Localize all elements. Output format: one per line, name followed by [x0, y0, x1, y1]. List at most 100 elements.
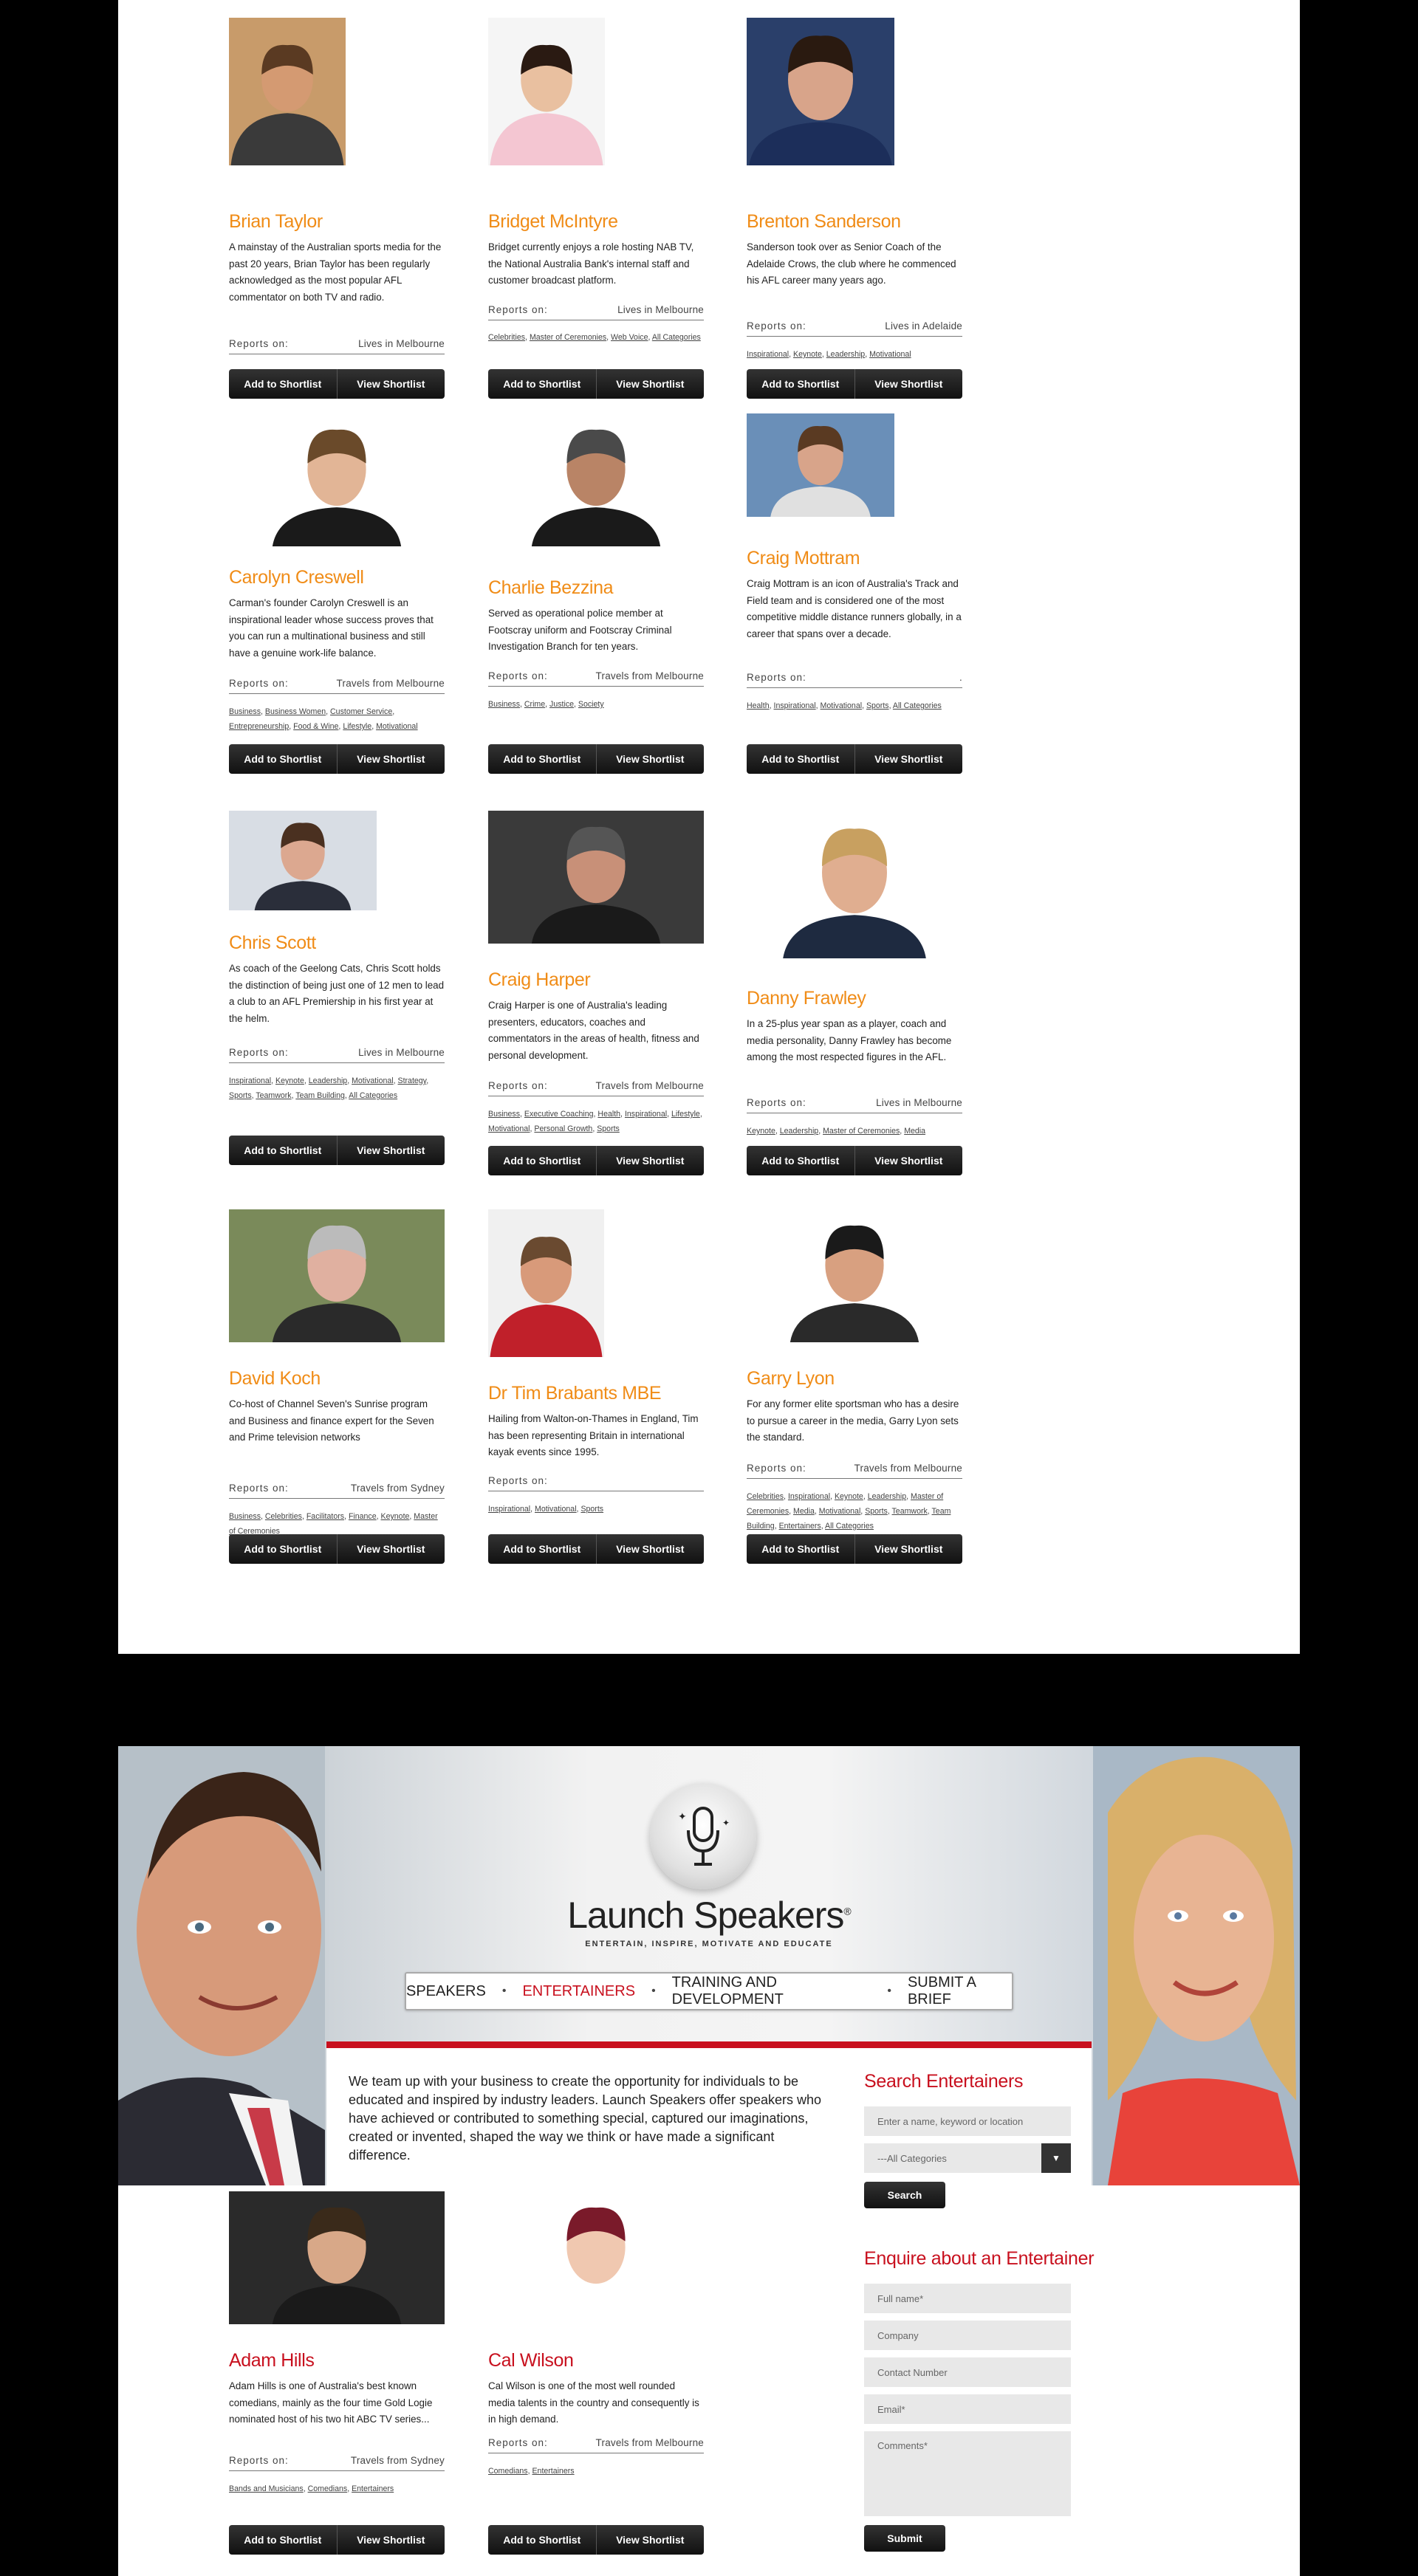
add-to-shortlist-button[interactable]: Add to Shortlist [488, 744, 596, 774]
speaker-name[interactable]: Adam Hills [229, 2350, 315, 2371]
category-link[interactable]: Media [793, 1507, 815, 1516]
view-shortlist-button[interactable]: View Shortlist [854, 1146, 963, 1175]
category-link[interactable]: All Categories [825, 1522, 874, 1531]
speaker-photo[interactable] [522, 2191, 670, 2324]
speaker-name[interactable]: Craig Mottram [747, 548, 860, 569]
view-shortlist-button[interactable]: View Shortlist [595, 1146, 705, 1175]
category-link[interactable]: Leadership [826, 350, 865, 359]
view-shortlist-button[interactable]: View Shortlist [336, 1534, 445, 1564]
category-link[interactable]: Comedians [308, 2484, 348, 2493]
speaker-photo[interactable] [781, 1209, 928, 1342]
speaker-photo[interactable] [781, 811, 928, 958]
view-shortlist-button[interactable]: View Shortlist [336, 1136, 445, 1165]
search-button[interactable]: Search [864, 2182, 945, 2208]
speaker-photo[interactable] [488, 811, 704, 944]
add-to-shortlist-button[interactable]: Add to Shortlist [229, 369, 337, 399]
view-shortlist-button[interactable]: View Shortlist [854, 744, 963, 774]
nav-item-training-and-development[interactable]: TRAINING AND DEVELOPMENT [672, 1974, 871, 2008]
speaker-photo[interactable] [488, 18, 605, 165]
category-link[interactable]: Business [488, 700, 520, 709]
category-link[interactable]: Comedians [488, 2467, 528, 2476]
speaker-photo[interactable] [263, 413, 411, 546]
view-shortlist-button[interactable]: View Shortlist [336, 744, 445, 774]
enquire-field-company[interactable]: Company [864, 2321, 1071, 2350]
search-input[interactable]: Enter a name, keyword or location [864, 2106, 1071, 2136]
speaker-photo[interactable] [747, 18, 894, 165]
category-link[interactable]: Motivational [819, 1507, 861, 1516]
view-shortlist-button[interactable]: View Shortlist [595, 744, 705, 774]
category-link[interactable]: Business [229, 707, 261, 716]
category-link[interactable]: Entertainers [532, 2467, 574, 2476]
view-shortlist-button[interactable]: View Shortlist [595, 1534, 705, 1564]
speaker-name[interactable]: Charlie Bezzina [488, 577, 613, 599]
microphone-logo[interactable]: ✦ ✦ [650, 1783, 756, 1889]
category-link[interactable]: Lifestyle [343, 722, 371, 731]
category-link[interactable]: Business [229, 1512, 261, 1521]
add-to-shortlist-button[interactable]: Add to Shortlist [747, 744, 854, 774]
category-link[interactable]: Business [488, 1110, 520, 1119]
category-link[interactable]: Customer Service [330, 707, 392, 716]
add-to-shortlist-button[interactable]: Add to Shortlist [229, 1534, 337, 1564]
category-link[interactable]: Keynote [747, 1127, 775, 1136]
category-link[interactable]: All Categories [893, 701, 942, 710]
category-link[interactable]: Motivational [535, 1505, 577, 1514]
category-link[interactable]: Inspirational [625, 1110, 667, 1119]
category-link[interactable]: Inspirational [229, 1076, 271, 1085]
add-to-shortlist-button[interactable]: Add to Shortlist [229, 2525, 337, 2555]
submit-button[interactable]: Submit [864, 2525, 945, 2552]
add-to-shortlist-button[interactable]: Add to Shortlist [747, 1534, 854, 1564]
category-link[interactable]: Entrepreneurship [229, 722, 289, 731]
add-to-shortlist-button[interactable]: Add to Shortlist [488, 369, 596, 399]
speaker-name[interactable]: Cal Wilson [488, 2350, 574, 2371]
category-link[interactable]: Team Building [295, 1091, 345, 1100]
category-link[interactable]: Inspirational [488, 1505, 530, 1514]
speaker-name[interactable]: Brenton Sanderson [747, 211, 901, 233]
category-link[interactable]: Motivational [352, 1076, 394, 1085]
speaker-name[interactable]: Bridget McIntyre [488, 211, 618, 233]
add-to-shortlist-button[interactable]: Add to Shortlist [229, 744, 337, 774]
category-link[interactable]: Lifestyle [671, 1110, 700, 1119]
category-link[interactable]: All Categories [349, 1091, 397, 1100]
enquire-field-comments[interactable]: Comments* [864, 2431, 1071, 2516]
category-link[interactable]: Entertainers [779, 1522, 821, 1531]
speaker-name[interactable]: Carolyn Creswell [229, 567, 364, 588]
speaker-name[interactable]: David Koch [229, 1368, 321, 1390]
category-link[interactable]: Facilitators [306, 1512, 344, 1521]
nav-item-entertainers[interactable]: ENTERTAINERS [522, 1983, 635, 2000]
category-link[interactable]: Society [578, 700, 604, 709]
category-link[interactable]: Web Voice [611, 333, 648, 342]
category-select[interactable]: ---All Categories ▼ [864, 2143, 1071, 2173]
category-link[interactable]: Sports [866, 701, 889, 710]
category-link[interactable]: Health [747, 701, 770, 710]
category-link[interactable]: All Categories [652, 333, 701, 342]
speaker-name[interactable]: Craig Harper [488, 969, 591, 991]
view-shortlist-button[interactable]: View Shortlist [595, 2525, 705, 2555]
speaker-photo[interactable] [229, 811, 377, 910]
view-shortlist-button[interactable]: View Shortlist [595, 369, 705, 399]
speaker-photo[interactable] [229, 2191, 445, 2324]
category-link[interactable]: Celebrities [747, 1492, 784, 1501]
category-link[interactable]: Inspirational [774, 701, 816, 710]
category-link[interactable]: Master of Ceremonies [823, 1127, 900, 1136]
category-link[interactable]: Crime [524, 700, 545, 709]
category-link[interactable]: Executive Coaching [524, 1110, 594, 1119]
category-link[interactable]: Inspirational [747, 350, 789, 359]
category-link[interactable]: Motivational [488, 1124, 530, 1133]
nav-item-submit-a-brief[interactable]: SUBMIT A BRIEF [908, 1974, 1012, 2008]
view-shortlist-button[interactable]: View Shortlist [336, 369, 445, 399]
speaker-name[interactable]: Brian Taylor [229, 211, 323, 233]
category-link[interactable]: Bands and Musicians [229, 2484, 304, 2493]
category-link[interactable]: Motivational [821, 701, 863, 710]
category-link[interactable]: Inspirational [788, 1492, 830, 1501]
category-link[interactable]: Sports [580, 1505, 603, 1514]
enquire-field-contact-number[interactable]: Contact Number [864, 2357, 1071, 2387]
speaker-name[interactable]: Garry Lyon [747, 1368, 835, 1390]
add-to-shortlist-button[interactable]: Add to Shortlist [747, 369, 854, 399]
category-link[interactable]: Media [904, 1127, 925, 1136]
category-link[interactable]: Master of Ceremonies [530, 333, 606, 342]
category-link[interactable]: Keynote [835, 1492, 863, 1501]
category-link[interactable]: Leadership [780, 1127, 818, 1136]
category-link[interactable]: Business Women [265, 707, 326, 716]
view-shortlist-button[interactable]: View Shortlist [336, 2525, 445, 2555]
category-link[interactable]: Sports [597, 1124, 620, 1133]
